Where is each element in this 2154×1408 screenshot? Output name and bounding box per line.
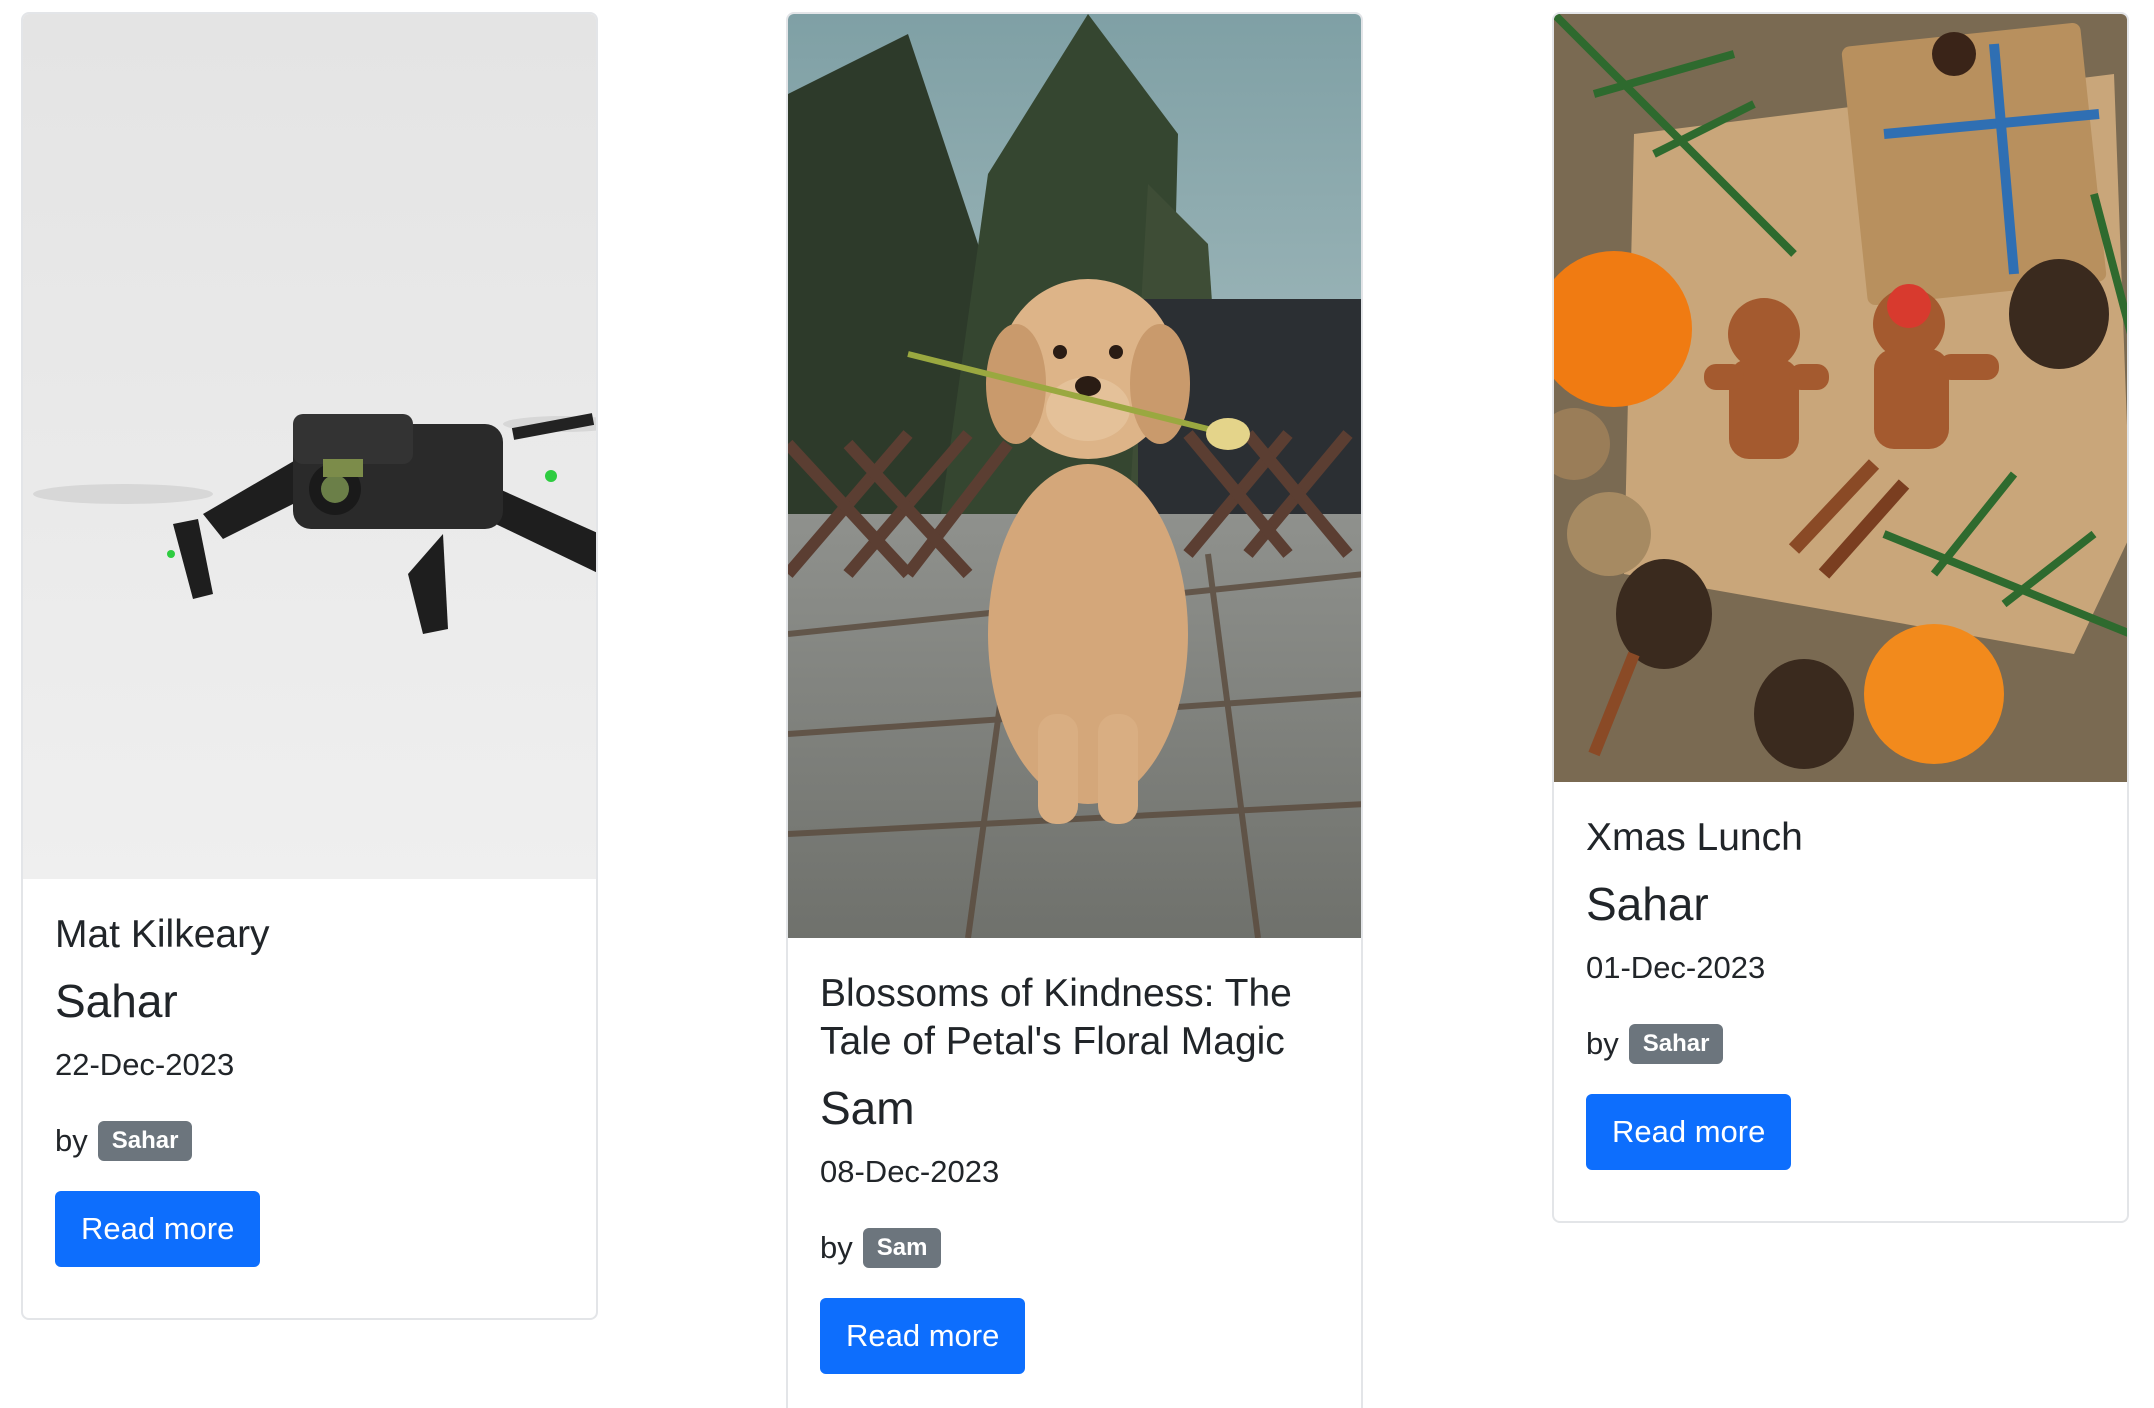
card-image-christmas (1554, 14, 2127, 782)
blog-card: Blossoms of Kindness: The Tale of Petal'… (786, 12, 1363, 1408)
blog-card: Mat Kilkeary Sahar 22-Dec-2023 by Sahar … (21, 12, 598, 1320)
post-subtitle: Sam (820, 1082, 915, 1134)
by-label: by (820, 1230, 853, 1265)
card-body: Blossoms of Kindness: The Tale of Petal'… (788, 938, 1361, 1406)
post-subtitle: Sahar (55, 975, 178, 1027)
post-date: 01-Dec-2023 (1586, 950, 1766, 985)
card-image-dog (788, 14, 1361, 938)
card-body: Mat Kilkeary Sahar 22-Dec-2023 by Sahar … (23, 879, 596, 1299)
by-label: by (1586, 1026, 1619, 1061)
post-subtitle: Sahar (1586, 878, 1709, 930)
by-label: by (55, 1123, 88, 1158)
post-byline: by Sahar (1586, 1022, 2095, 1066)
author-badge: Sahar (97, 1121, 193, 1161)
post-title: Blossoms of Kindness: The Tale of Petal'… (820, 972, 1292, 1063)
blog-card: Xmas Lunch Sahar 01-Dec-2023 by Sahar Re… (1552, 12, 2129, 1223)
post-date: 08-Dec-2023 (820, 1154, 1000, 1189)
read-more-button[interactable]: Read more (820, 1298, 1026, 1374)
card-image-drone (23, 14, 596, 879)
author-badge: Sam (862, 1228, 942, 1268)
post-byline: by Sahar (55, 1119, 564, 1163)
read-more-button[interactable]: Read more (55, 1191, 261, 1267)
post-title: Mat Kilkeary (55, 913, 270, 956)
card-body: Xmas Lunch Sahar 01-Dec-2023 by Sahar Re… (1554, 782, 2127, 1202)
post-title: Xmas Lunch (1586, 816, 1803, 859)
author-badge: Sahar (1628, 1024, 1724, 1064)
blog-card-grid: Mat Kilkeary Sahar 22-Dec-2023 by Sahar … (0, 0, 2154, 1408)
post-date: 22-Dec-2023 (55, 1047, 235, 1082)
read-more-button[interactable]: Read more (1586, 1094, 1792, 1170)
post-byline: by Sam (820, 1226, 1329, 1270)
